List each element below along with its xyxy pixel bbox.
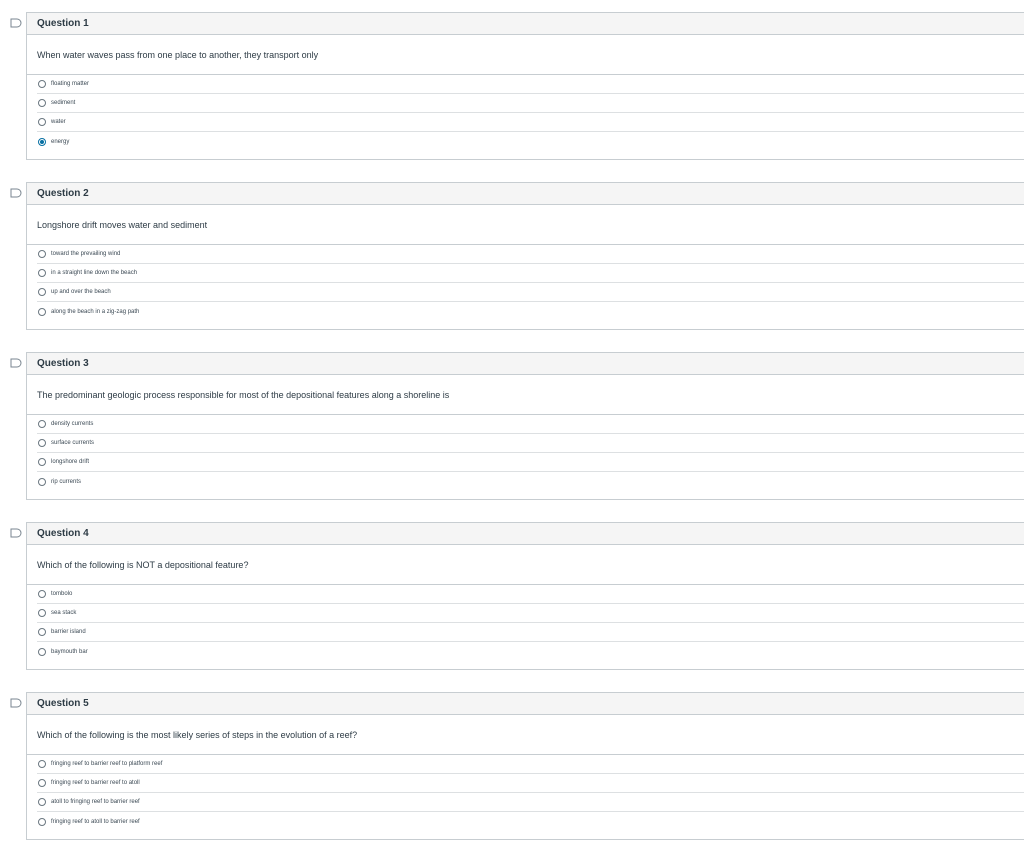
answer-label: tombolo	[51, 591, 73, 597]
radio-button[interactable]	[38, 590, 46, 598]
radio-button[interactable]	[38, 779, 46, 787]
radio-button[interactable]	[38, 817, 46, 826]
answer-label: in a straight line down the beach	[51, 270, 138, 276]
answer-label: density currents	[51, 421, 94, 427]
question-card: Question 1 When water waves pass from on…	[26, 12, 1024, 160]
question-1: Question 1 When water waves pass from on…	[0, 12, 1024, 162]
radio-button[interactable]	[38, 628, 46, 636]
answer-label: fringing reef to atoll to barrier reef	[51, 818, 140, 825]
answer-label: floating matter	[51, 81, 90, 87]
question-5: Question 5 Which of the following is the…	[0, 692, 1024, 842]
flag-icon[interactable]	[10, 188, 22, 198]
answer-label: water	[51, 119, 66, 125]
answer-option[interactable]: floating matter	[37, 75, 1024, 94]
question-title: Question 2	[27, 183, 1024, 205]
question-4: Question 4 Which of the following is NOT…	[0, 522, 1024, 672]
question-3: Question 3 The predominant geologic proc…	[0, 352, 1024, 502]
radio-button[interactable]	[38, 269, 46, 277]
radio-button[interactable]	[38, 118, 46, 126]
radio-button[interactable]	[38, 307, 46, 316]
question-card: Question 3 The predominant geologic proc…	[26, 352, 1024, 500]
radio-button[interactable]	[38, 99, 46, 107]
answer-label: fringing reef to barrier reef to platfor…	[51, 761, 163, 767]
answer-list: tombolo sea stack barrier island baymout…	[37, 585, 1024, 661]
answer-option[interactable]: surface currents	[37, 434, 1024, 453]
answer-list: density currents surface currents longsh…	[37, 415, 1024, 491]
answer-option[interactable]: fringing reef to atoll to barrier reef	[37, 812, 1024, 831]
answer-option[interactable]: up and over the beach	[37, 283, 1024, 302]
flag-icon[interactable]	[10, 18, 22, 28]
answer-label: sea stack	[51, 610, 77, 616]
answer-label: along the beach in a zig-zag path	[51, 308, 140, 315]
radio-button[interactable]	[38, 609, 46, 617]
answer-label: longshore drift	[51, 459, 90, 465]
flag-icon[interactable]	[10, 698, 22, 708]
question-card: Question 4 Which of the following is NOT…	[26, 522, 1024, 670]
answer-label: barrier island	[51, 629, 86, 635]
radio-button[interactable]	[38, 458, 46, 466]
radio-button-selected[interactable]	[38, 137, 46, 146]
question-title: Question 5	[27, 693, 1024, 715]
answer-option[interactable]: along the beach in a zig-zag path	[37, 302, 1024, 321]
answer-option[interactable]: water	[37, 113, 1024, 132]
answer-label: sediment	[51, 100, 76, 106]
answer-list: toward the prevailing wind in a straight…	[37, 245, 1024, 321]
radio-button[interactable]	[38, 760, 46, 768]
question-title: Question 4	[27, 523, 1024, 545]
answer-option[interactable]: energy	[37, 132, 1024, 151]
answer-label: fringing reef to barrier reef to atoll	[51, 780, 140, 786]
radio-button[interactable]	[38, 250, 46, 258]
answer-option[interactable]: baymouth bar	[37, 642, 1024, 661]
radio-button[interactable]	[38, 647, 46, 656]
flag-icon[interactable]	[10, 358, 22, 368]
answer-option[interactable]: sediment	[37, 94, 1024, 113]
question-card: Question 5 Which of the following is the…	[26, 692, 1024, 840]
quiz-container: Question 1 When water waves pass from on…	[0, 0, 1024, 868]
answer-list: floating matter sediment water energy	[37, 75, 1024, 151]
radio-button[interactable]	[38, 288, 46, 296]
answer-option[interactable]: fringing reef to barrier reef to atoll	[37, 774, 1024, 793]
question-text: When water waves pass from one place to …	[27, 35, 1024, 75]
radio-button[interactable]	[38, 798, 46, 806]
answer-option[interactable]: rip currents	[37, 472, 1024, 491]
radio-button[interactable]	[38, 80, 46, 88]
radio-button[interactable]	[38, 420, 46, 428]
question-2: Question 2 Longshore drift moves water a…	[0, 182, 1024, 332]
answer-option[interactable]: longshore drift	[37, 453, 1024, 472]
answer-label: baymouth bar	[51, 648, 88, 655]
answer-option[interactable]: tombolo	[37, 585, 1024, 604]
answer-label: energy	[51, 138, 70, 145]
question-card: Question 2 Longshore drift moves water a…	[26, 182, 1024, 330]
radio-button[interactable]	[38, 439, 46, 447]
answer-option[interactable]: sea stack	[37, 604, 1024, 623]
answer-label: up and over the beach	[51, 289, 111, 295]
radio-button[interactable]	[38, 477, 46, 486]
answer-option[interactable]: atoll to fringing reef to barrier reef	[37, 793, 1024, 812]
answer-option[interactable]: toward the prevailing wind	[37, 245, 1024, 264]
answer-option[interactable]: fringing reef to barrier reef to platfor…	[37, 755, 1024, 774]
answer-label: toward the prevailing wind	[51, 251, 121, 257]
answer-label: surface currents	[51, 440, 95, 446]
answer-label: atoll to fringing reef to barrier reef	[51, 799, 140, 805]
question-title: Question 3	[27, 353, 1024, 375]
answer-option[interactable]: barrier island	[37, 623, 1024, 642]
question-text: Which of the following is NOT a depositi…	[27, 545, 1024, 585]
question-text: Which of the following is the most likel…	[27, 715, 1024, 755]
answer-option[interactable]: density currents	[37, 415, 1024, 434]
answer-list: fringing reef to barrier reef to platfor…	[37, 755, 1024, 831]
question-text: Longshore drift moves water and sediment	[27, 205, 1024, 245]
answer-label: rip currents	[51, 478, 82, 485]
flag-icon[interactable]	[10, 528, 22, 538]
question-text: The predominant geologic process respons…	[27, 375, 1024, 415]
question-title: Question 1	[27, 13, 1024, 35]
answer-option[interactable]: in a straight line down the beach	[37, 264, 1024, 283]
